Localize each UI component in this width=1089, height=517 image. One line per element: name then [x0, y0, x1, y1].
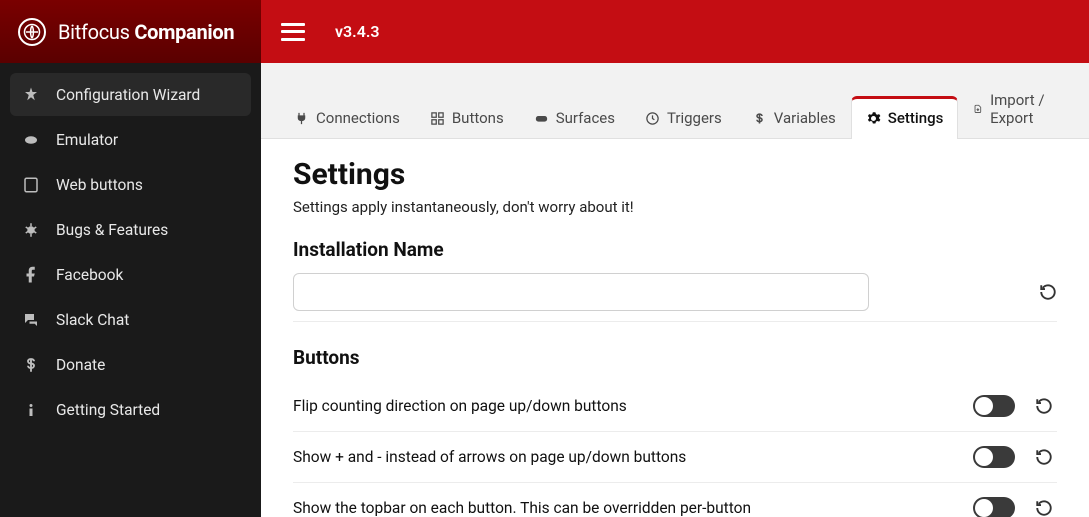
tab-import-export[interactable]: Import / Export — [958, 78, 1071, 139]
menu-toggle-icon[interactable] — [281, 23, 305, 41]
setting-row-flip-counting: Flip counting direction on page up/down … — [293, 381, 1057, 432]
sidebar-item-getting-started[interactable]: Getting Started — [10, 388, 251, 431]
tablet-icon — [22, 176, 40, 194]
tab-connections[interactable]: Connections — [279, 96, 415, 139]
setting-label: Show the topbar on each button. This can… — [293, 499, 751, 517]
info-icon — [22, 401, 40, 419]
topbar: Bitfocus Companion v3.4.3 — [0, 0, 1089, 63]
page-title: Settings — [293, 157, 1057, 192]
emulator-icon — [22, 131, 40, 149]
sidebar-item-label: Facebook — [56, 266, 123, 284]
sidebar-item-label: Web buttons — [56, 176, 143, 194]
grid-icon — [430, 111, 445, 126]
toggle-plus-minus[interactable] — [973, 446, 1015, 468]
brand-title: Bitfocus Companion — [58, 20, 234, 44]
sidebar: Configuration Wizard Emulator Web button… — [0, 63, 261, 517]
sidebar-item-configuration-wizard[interactable]: Configuration Wizard — [10, 73, 251, 116]
tab-label: Surfaces — [556, 109, 615, 127]
sidebar-item-bugs-features[interactable]: Bugs & Features — [10, 208, 251, 251]
sidebar-item-donate[interactable]: Donate — [10, 343, 251, 386]
sidebar-item-label: Getting Started — [56, 401, 160, 419]
sidebar-item-slack-chat[interactable]: Slack Chat — [10, 298, 251, 341]
installation-name-input[interactable] — [293, 273, 869, 311]
file-transfer-icon — [973, 102, 983, 117]
sidebar-item-label: Configuration Wizard — [56, 86, 200, 104]
tab-label: Import / Export — [990, 91, 1056, 127]
clock-icon — [645, 111, 660, 126]
sidebar-item-web-buttons[interactable]: Web buttons — [10, 163, 251, 206]
toggle-topbar[interactable] — [973, 497, 1015, 517]
tab-label: Connections — [316, 109, 400, 127]
facebook-icon — [22, 266, 40, 284]
plug-icon — [294, 111, 309, 126]
brand-logo-icon — [18, 18, 46, 46]
tab-label: Triggers — [667, 109, 722, 127]
version-label: v3.4.3 — [335, 22, 380, 41]
setting-row-topbar: Show the topbar on each button. This can… — [293, 483, 1057, 517]
bug-icon — [22, 221, 40, 239]
reset-icon[interactable] — [1035, 499, 1053, 517]
tab-triggers[interactable]: Triggers — [630, 96, 737, 139]
setting-label: Show + and - instead of arrows on page u… — [293, 448, 686, 466]
sidebar-item-label: Bugs & Features — [56, 221, 168, 239]
tab-label: Variables — [774, 109, 836, 127]
reset-icon[interactable] — [1035, 397, 1053, 415]
brand-area: Bitfocus Companion — [0, 0, 261, 63]
setting-label: Flip counting direction on page up/down … — [293, 397, 627, 415]
gear-icon — [866, 111, 881, 126]
reset-icon[interactable] — [1035, 448, 1053, 466]
reset-icon[interactable] — [1039, 283, 1057, 301]
setting-row-plus-minus: Show + and - instead of arrows on page u… — [293, 432, 1057, 483]
sidebar-item-emulator[interactable]: Emulator — [10, 118, 251, 161]
tab-bar: Connections Buttons Surfaces Triggers Va… — [261, 63, 1089, 138]
sidebar-item-label: Slack Chat — [56, 311, 129, 329]
wizard-icon — [22, 86, 40, 104]
tab-variables[interactable]: Variables — [737, 96, 851, 139]
dollar-icon — [22, 356, 40, 374]
gamepad-icon — [534, 111, 549, 126]
divider — [293, 321, 1057, 322]
main-area: Connections Buttons Surfaces Triggers Va… — [261, 63, 1089, 517]
tab-settings[interactable]: Settings — [851, 96, 959, 139]
sidebar-item-label: Donate — [56, 356, 105, 374]
toggle-flip-counting[interactable] — [973, 395, 1015, 417]
tab-label: Buttons — [452, 109, 504, 127]
content-panel: Settings Settings apply instantaneously,… — [261, 138, 1089, 517]
section-heading-buttons: Buttons — [293, 346, 1057, 369]
dollar-icon — [752, 111, 767, 126]
sidebar-item-label: Emulator — [56, 131, 118, 149]
tab-surfaces[interactable]: Surfaces — [519, 96, 630, 139]
sidebar-item-facebook[interactable]: Facebook — [10, 253, 251, 296]
tab-buttons[interactable]: Buttons — [415, 96, 519, 139]
tab-label: Settings — [888, 109, 944, 127]
header-bar: v3.4.3 — [261, 0, 1089, 63]
section-heading-installation: Installation Name — [293, 238, 1057, 261]
chat-icon — [22, 311, 40, 329]
page-subtitle: Settings apply instantaneously, don't wo… — [293, 198, 1057, 216]
